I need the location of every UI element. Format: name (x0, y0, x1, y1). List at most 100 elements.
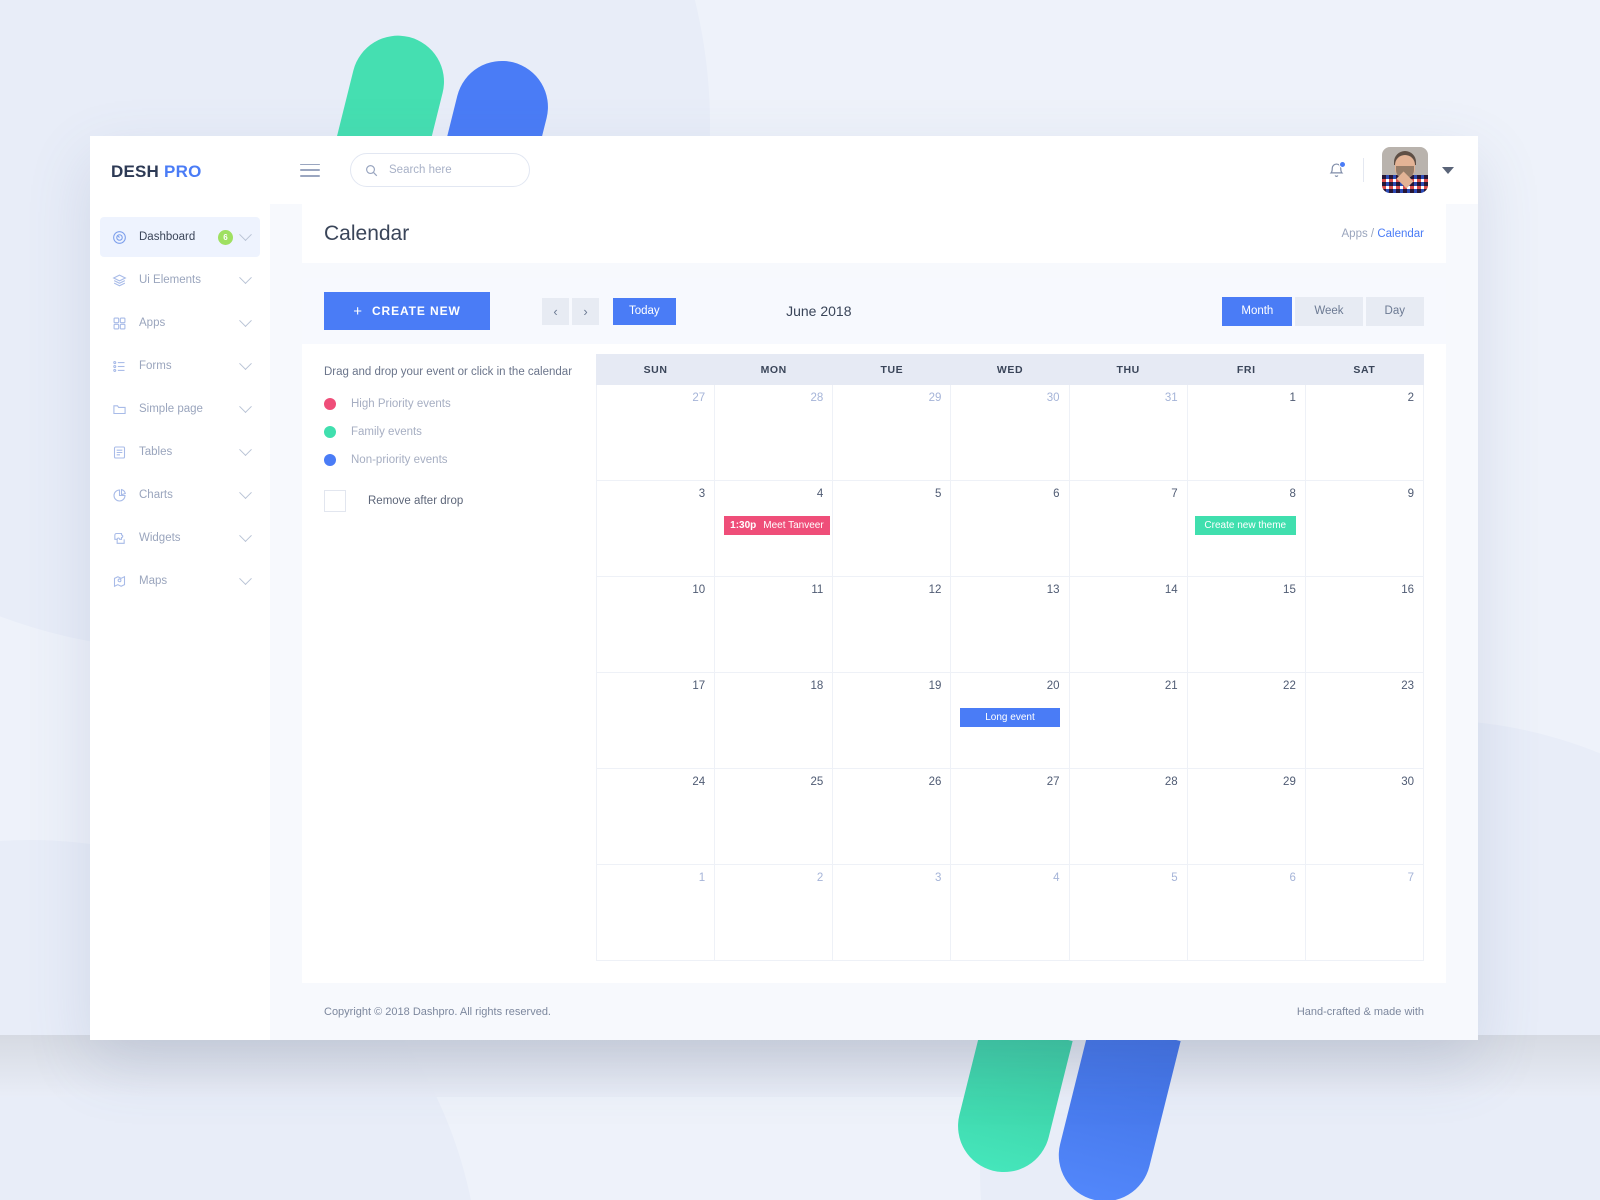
chevron-down-icon[interactable] (239, 571, 252, 585)
calendar-week-row: 10 11 12 13 14 15 16 (595, 576, 1425, 674)
calendar-day-cell[interactable]: 5 (832, 480, 952, 578)
brand-logo[interactable]: DESH PRO (90, 136, 270, 208)
calendar-day-cell[interactable]: 27 (950, 768, 1070, 866)
calendar-day-cell[interactable]: 7 (1068, 480, 1188, 578)
calendar-day-cell[interactable]: 24 (595, 768, 716, 866)
calendar-day-cell[interactable]: 6 (1186, 864, 1306, 962)
chevron-down-icon[interactable] (239, 313, 252, 327)
calendar-day-cell[interactable]: 21 (1068, 672, 1188, 770)
calendar-day-cell[interactable]: 2 (714, 864, 834, 962)
calendar-day-cell[interactable]: 11 (714, 576, 834, 674)
remove-after-drop-checkbox[interactable] (324, 490, 346, 513)
calendar-day-cell[interactable]: 30 (950, 384, 1070, 482)
search-icon (365, 164, 378, 177)
sidebar-item-ui-elements[interactable]: Ui Elements (100, 260, 260, 300)
calendar-day-cell[interactable]: 28 (1068, 768, 1188, 866)
breadcrumb-apps[interactable]: Apps (1342, 228, 1368, 240)
background-band (0, 1035, 1600, 1097)
calendar-day-cell[interactable]: 10 (595, 576, 716, 674)
calendar-day-cell[interactable]: 1 (1186, 384, 1306, 482)
next-month-button[interactable]: › (572, 297, 599, 325)
chevron-down-icon[interactable] (239, 528, 252, 542)
chevron-down-icon[interactable] (239, 442, 252, 456)
calendar-day-cell[interactable]: 5 (1068, 864, 1188, 962)
sidebar-item-charts[interactable]: Charts (100, 475, 260, 515)
view-button-month[interactable]: Month (1222, 296, 1293, 326)
calendar-day-cell[interactable]: 31 (1068, 384, 1188, 482)
calendar-day-cell[interactable]: 29 (832, 384, 952, 482)
calendar-day-cell[interactable]: 23 (1304, 672, 1425, 770)
calendar-week-row: 3 4 1:30p Meet Tanveer 5 6 7 8 Create new theme 9 (595, 480, 1425, 578)
calendar-event[interactable]: Create new theme (1194, 516, 1296, 536)
calendar-day-cell[interactable]: 12 (832, 576, 952, 674)
puzzle-icon (111, 530, 128, 547)
calendar-day-cell[interactable]: 7 (1304, 864, 1425, 962)
sidebar-item-widgets[interactable]: Widgets (100, 518, 260, 558)
folder-icon (111, 401, 128, 418)
prev-month-button[interactable]: ‹ (542, 297, 569, 325)
legend-item[interactable]: High Priority events (324, 398, 596, 411)
sidebar-item-tables[interactable]: Tables (100, 432, 260, 472)
legend-item[interactable]: Non-priority events (324, 454, 596, 467)
calendar-day-cell[interactable]: 19 (832, 672, 952, 770)
chevron-down-icon[interactable] (239, 399, 252, 413)
sidebar-item-simple-page[interactable]: Simple page (100, 389, 260, 429)
chevron-down-icon[interactable] (239, 485, 252, 499)
month-title: June 2018 (786, 303, 852, 320)
calendar-day-cell[interactable]: 4 1:30p Meet Tanveer (714, 480, 834, 578)
calendar-day-cell[interactable]: 28 (714, 384, 834, 482)
day-number: 24 (692, 776, 706, 789)
create-new-button[interactable]: + CREATE NEW (324, 292, 490, 331)
calendar-day-cell[interactable]: 13 (950, 576, 1070, 674)
chevron-down-icon[interactable] (239, 227, 252, 241)
calendar-day-cell[interactable]: 29 (1186, 768, 1306, 866)
calendar-day-cell[interactable]: 4 (950, 864, 1070, 962)
calendar-day-cell[interactable]: 20 Long event (950, 672, 1070, 770)
calendar-day-cell[interactable]: 6 (950, 480, 1070, 578)
caret-down-icon[interactable] (1442, 166, 1454, 174)
hamburger-icon[interactable] (300, 160, 320, 181)
sidebar-item-dashboard[interactable]: Dashboard 6 (100, 217, 260, 257)
calendar-day-cell[interactable]: 15 (1186, 576, 1306, 674)
calendar-day-cell[interactable]: 3 (832, 864, 952, 962)
calendar-day-cell[interactable]: 27 (595, 384, 716, 482)
search-input[interactable] (389, 164, 509, 177)
calendar-day-cell[interactable]: 25 (714, 768, 834, 866)
view-button-week[interactable]: Week (1295, 296, 1363, 326)
view-button-day[interactable]: Day (1365, 296, 1424, 326)
calendar-day-cell[interactable]: 1 (595, 864, 716, 962)
calendar-day-cell[interactable]: 16 (1304, 576, 1425, 674)
calendar-day-cell[interactable]: 22 (1186, 672, 1306, 770)
calendar-week-row: 24 25 26 27 28 29 30 (595, 768, 1425, 866)
calendar-day-cell[interactable]: 14 (1068, 576, 1188, 674)
calendar-day-cell[interactable]: 3 (595, 480, 716, 578)
calendar-day-cell[interactable]: 18 (714, 672, 834, 770)
day-number: 8 (1289, 488, 1296, 501)
calendar-day-cell[interactable]: 30 (1304, 768, 1425, 866)
sidebar-item-forms[interactable]: Forms (100, 346, 260, 386)
event-legend: High Priority events Family events Non-pri… (324, 398, 596, 467)
remove-after-drop-row: Remove after drop (324, 490, 596, 513)
calendar-event[interactable]: Long event (960, 708, 1060, 728)
calendar-day-cell[interactable]: 17 (595, 672, 716, 770)
calendar-day-cell[interactable]: 2 (1304, 384, 1425, 482)
calendar-body: Drag and drop your event or click in the… (302, 344, 1446, 983)
today-button[interactable]: Today (613, 297, 676, 325)
day-number: 3 (698, 488, 706, 501)
legend-item[interactable]: Family events (324, 426, 596, 439)
calendar-day-cell[interactable]: 8 Create new theme (1186, 480, 1306, 578)
calendar-day-cell[interactable]: 9 (1304, 480, 1425, 578)
bell-icon[interactable] (1328, 161, 1346, 179)
calendar-day-cell[interactable]: 26 (832, 768, 952, 866)
sidebar-item-apps[interactable]: Apps (100, 303, 260, 343)
avatar[interactable] (1382, 147, 1428, 194)
sidebar-item-label: Ui Elements (139, 274, 201, 286)
search-box[interactable] (350, 153, 530, 188)
sidebar-item-maps[interactable]: Maps (100, 561, 260, 601)
chevron-down-icon[interactable] (239, 356, 252, 370)
weekday-header: TUE (832, 354, 952, 386)
calendar-week-row: 27 28 29 30 31 1 2 (595, 384, 1425, 482)
brand-name-second: PRO (164, 162, 202, 181)
chevron-down-icon[interactable] (239, 270, 252, 284)
calendar-event[interactable]: 1:30p Meet Tanveer (724, 516, 830, 536)
